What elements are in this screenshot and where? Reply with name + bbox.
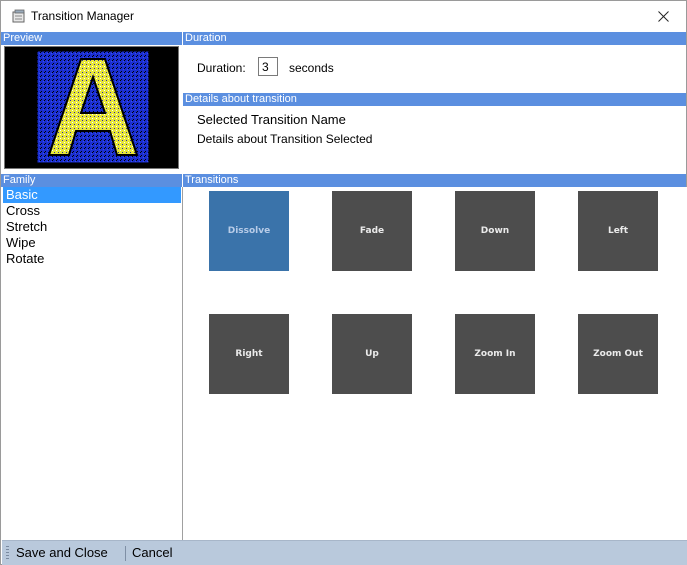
duration-label: Duration:: [197, 61, 246, 75]
transition-tile-zoom-out[interactable]: Zoom Out: [578, 314, 658, 394]
app-icon: [12, 9, 25, 23]
selected-transition-details: Details about Transition Selected: [197, 132, 373, 146]
letter-a-image: [37, 51, 149, 163]
transition-tile-dissolve[interactable]: Dissolve: [209, 191, 289, 271]
family-item-cross[interactable]: Cross: [3, 203, 181, 219]
close-icon: [657, 11, 669, 22]
family-header: Family: [1, 174, 182, 187]
transition-tile-right[interactable]: Right: [209, 314, 289, 394]
toolbar-grip[interactable]: [6, 546, 9, 561]
family-item-basic[interactable]: Basic: [3, 187, 181, 203]
duration-header: Duration: [183, 32, 686, 45]
details-header: Details about transition: [183, 93, 686, 106]
save-and-close-button[interactable]: Save and Close: [16, 545, 108, 560]
window-title: Transition Manager: [31, 9, 134, 23]
transition-manager-window: Transition Manager Preview Duration Deta…: [0, 0, 687, 565]
transitions-header: Transitions: [183, 174, 686, 187]
cancel-button[interactable]: Cancel: [132, 545, 172, 560]
toolbar-separator: [125, 546, 126, 561]
family-item-rotate[interactable]: Rotate: [3, 251, 181, 267]
family-list[interactable]: Basic Cross Stretch Wipe Rotate: [2, 187, 183, 540]
bottom-toolbar: Save and Close Cancel: [2, 540, 687, 565]
duration-unit: seconds: [289, 61, 334, 75]
transition-tile-left[interactable]: Left: [578, 191, 658, 271]
transition-tile-up[interactable]: Up: [332, 314, 412, 394]
family-item-wipe[interactable]: Wipe: [3, 235, 181, 251]
close-button[interactable]: [640, 1, 686, 32]
selected-transition-name: Selected Transition Name: [197, 112, 346, 127]
transition-tile-down[interactable]: Down: [455, 191, 535, 271]
transition-tile-fade[interactable]: Fade: [332, 191, 412, 271]
duration-input[interactable]: 3: [258, 57, 278, 76]
family-item-stretch[interactable]: Stretch: [3, 219, 181, 235]
preview-header: Preview: [1, 32, 182, 45]
transitions-panel: Dissolve Fade Down Left Right Up Zoom In…: [184, 187, 687, 540]
title-bar[interactable]: Transition Manager: [1, 1, 686, 32]
transition-tile-zoom-in[interactable]: Zoom In: [455, 314, 535, 394]
